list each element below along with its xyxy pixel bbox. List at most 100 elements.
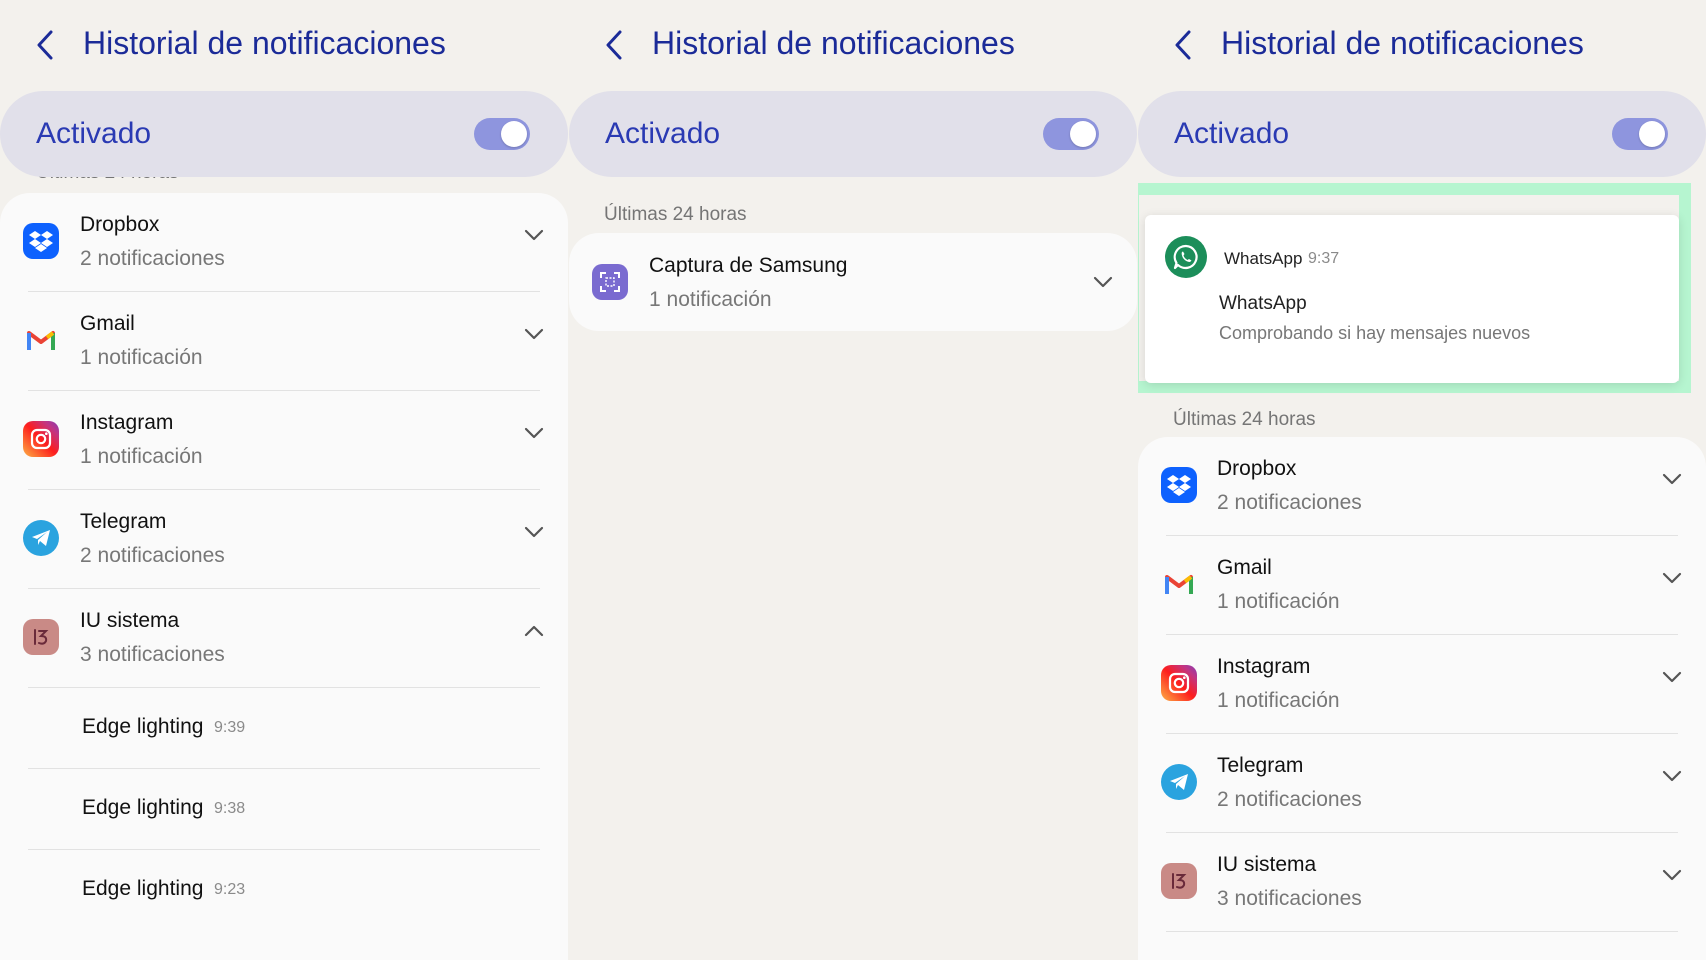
sub-notification-row[interactable]: Edge lighting 9:23 [0, 850, 568, 931]
whatsapp-app-name: WhatsApp [1224, 249, 1303, 268]
app-count: 1 notificación [80, 445, 203, 468]
back-arrow-icon[interactable] [603, 28, 625, 62]
page-title: Historial de notificaciones [83, 25, 446, 61]
master-toggle-bar[interactable]: Activado [1138, 91, 1706, 177]
app-row-dropbox[interactable]: Dropbox 2 notificaciones [1138, 437, 1706, 536]
chevron-down-icon[interactable] [1093, 276, 1113, 288]
app-count: 2 notificaciones [80, 247, 225, 270]
app-name: Telegram [80, 510, 167, 533]
app-row-iu-sistema[interactable]: IU sistema 3 notificaciones [0, 589, 568, 688]
chevron-down-icon[interactable] [524, 229, 544, 241]
app-name: IU sistema [80, 609, 180, 632]
app-name: Dropbox [80, 213, 160, 236]
master-toggle-label: Activado [36, 117, 152, 150]
telegram-icon [23, 520, 59, 556]
app-row-telegram[interactable]: Telegram 2 notificaciones [1138, 734, 1706, 833]
instagram-icon [23, 421, 59, 457]
master-toggle-label: Activado [1174, 117, 1290, 150]
system-ui-icon [1161, 863, 1197, 899]
panel-2: Historial de notificaciones Activado Últ… [569, 0, 1137, 960]
sub-notification-row[interactable]: Edge lighting 9:38 [0, 769, 568, 850]
gmail-icon [1161, 566, 1197, 602]
top-bar: Historial de notificaciones [1138, 0, 1706, 90]
app-name: Telegram [1217, 754, 1304, 777]
chevron-down-icon[interactable] [524, 427, 544, 439]
highlight-frame: WhatsApp 9:37 WhatsApp Comprobando si ha… [1138, 183, 1691, 393]
master-toggle-bar[interactable]: Activado [569, 91, 1137, 177]
page-title: Historial de notificaciones [652, 25, 1015, 61]
toggle-knob [501, 121, 527, 147]
back-arrow-icon[interactable] [1172, 28, 1194, 62]
sub-notification-row[interactable]: Edge lighting 9:39 [0, 688, 568, 769]
dropbox-icon [1161, 467, 1197, 503]
app-list-card: Captura de Samsung 1 notificación [569, 233, 1137, 331]
master-toggle-switch[interactable] [1612, 118, 1668, 150]
instagram-icon [1161, 665, 1197, 701]
sub-notification-time: 9:38 [214, 800, 246, 817]
chevron-down-icon[interactable] [524, 328, 544, 340]
whatsapp-icon [1165, 236, 1207, 278]
app-count: 1 notificación [649, 288, 772, 311]
panel-3: Historial de notificaciones Activado Wha… [1138, 0, 1706, 960]
app-name: Gmail [80, 312, 135, 335]
section-label: Últimas 24 horas [604, 204, 747, 225]
app-row-gmail[interactable]: Gmail 1 notificación [0, 292, 568, 391]
section-label: Últimas 24 horas [1173, 409, 1316, 430]
app-list-card: Dropbox 2 notificaciones Gmail 1 notific… [0, 193, 568, 960]
app-row-telegram[interactable]: Telegram 2 notificaciones [0, 490, 568, 589]
app-row-instagram[interactable]: Instagram 1 notificación [0, 391, 568, 490]
gmail-icon [23, 322, 59, 358]
chevron-up-icon[interactable] [524, 625, 544, 637]
toggle-knob [1639, 121, 1665, 147]
whatsapp-time: 9:37 [1308, 250, 1340, 267]
app-count: 2 notificaciones [1217, 491, 1362, 514]
app-name: Instagram [80, 411, 174, 434]
app-name: Instagram [1217, 655, 1311, 678]
whatsapp-notification-card[interactable]: WhatsApp 9:37 WhatsApp Comprobando si ha… [1145, 215, 1679, 383]
app-list-card: Dropbox 2 notificaciones Gmail 1 notific… [1138, 437, 1706, 960]
app-name: IU sistema [1217, 853, 1317, 876]
chevron-down-icon[interactable] [524, 526, 544, 538]
sub-notification-time: 9:23 [214, 881, 246, 898]
chevron-down-icon[interactable] [1662, 572, 1682, 584]
app-name: Dropbox [1217, 457, 1297, 480]
master-toggle-switch[interactable] [1043, 118, 1099, 150]
chevron-down-icon[interactable] [1662, 770, 1682, 782]
app-row-dropbox[interactable]: Dropbox 2 notificaciones [0, 193, 568, 292]
app-count: 2 notificaciones [80, 544, 225, 567]
whatsapp-body: Comprobando si hay mensajes nuevos [1219, 323, 1531, 343]
master-toggle-label: Activado [605, 117, 721, 150]
sub-notification-name: Edge lighting [82, 877, 204, 900]
telegram-icon [1161, 764, 1197, 800]
master-toggle-switch[interactable] [474, 118, 530, 150]
sub-notification-name: Edge lighting [82, 715, 204, 738]
app-count: 1 notificación [1217, 689, 1340, 712]
top-bar: Historial de notificaciones [569, 0, 1137, 90]
app-row-gmail[interactable]: Gmail 1 notificación [1138, 536, 1706, 635]
app-count: 3 notificaciones [1217, 887, 1362, 910]
panel-1: Historial de notificaciones Últimas 24 h… [0, 0, 568, 960]
chevron-down-icon[interactable] [1662, 671, 1682, 683]
toggle-knob [1070, 121, 1096, 147]
master-toggle-bar[interactable]: Activado [0, 91, 568, 177]
app-row-instagram[interactable]: Instagram 1 notificación [1138, 635, 1706, 734]
chevron-down-icon[interactable] [1662, 869, 1682, 881]
sub-notification-name: Edge lighting [82, 796, 204, 819]
app-name: Captura de Samsung [649, 254, 848, 277]
app-count: 1 notificación [80, 346, 203, 369]
top-bar: Historial de notificaciones [0, 0, 568, 90]
app-row-captura-samsung[interactable]: Captura de Samsung 1 notificación [569, 233, 1137, 331]
screenshot-icon [592, 264, 628, 300]
app-count: 2 notificaciones [1217, 788, 1362, 811]
dropbox-icon [23, 223, 59, 259]
back-arrow-icon[interactable] [34, 28, 56, 62]
chevron-down-icon[interactable] [1662, 473, 1682, 485]
sub-notification-time: 9:39 [214, 719, 246, 736]
page-title: Historial de notificaciones [1221, 25, 1584, 61]
whatsapp-title: WhatsApp [1219, 293, 1307, 314]
system-ui-icon [23, 619, 59, 655]
app-count: 3 notificaciones [80, 643, 225, 666]
app-count: 1 notificación [1217, 590, 1340, 613]
divider [1166, 931, 1678, 932]
app-row-iu-sistema[interactable]: IU sistema 3 notificaciones [1138, 833, 1706, 932]
